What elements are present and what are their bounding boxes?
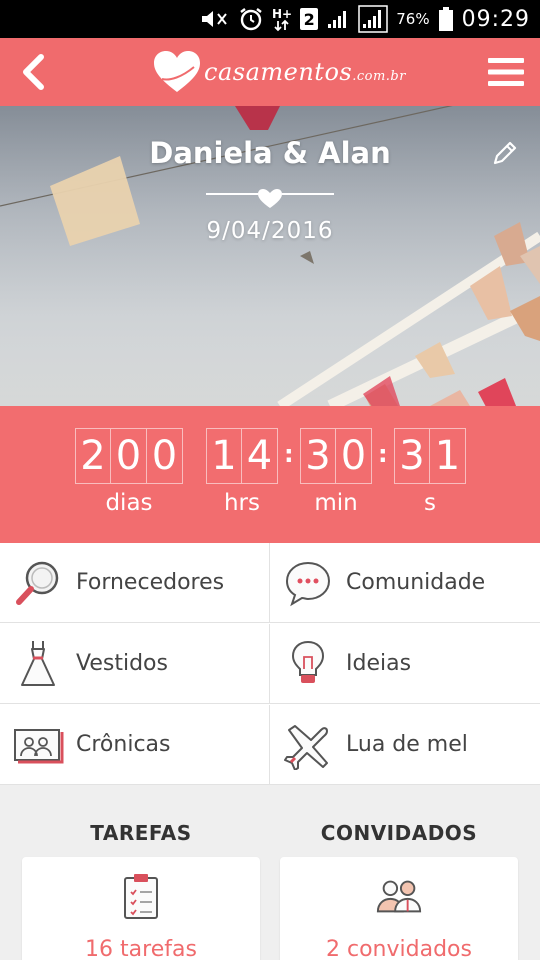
airplane-icon — [282, 719, 334, 771]
status-icons: H+ 2 76% 09:29 — [200, 0, 530, 38]
countdown-digit: 3 — [394, 428, 430, 484]
hamburger-menu-icon — [488, 58, 524, 86]
mute-icon — [200, 8, 230, 30]
couple-names: Daniela & Alan — [149, 136, 391, 170]
tasks-title: TAREFAS — [90, 821, 192, 845]
clipboard-icon — [117, 871, 165, 921]
status-bar: H+ 2 76% 09:29 — [0, 0, 540, 38]
countdown-separator: : — [378, 440, 388, 468]
guests-title: CONVIDADOS — [320, 821, 478, 845]
menu-item-lua-de-mel[interactable]: Lua de mel — [270, 705, 540, 785]
speech-bubble-icon — [282, 557, 334, 609]
countdown-digit: 0 — [111, 428, 147, 484]
magnifier-icon — [12, 557, 64, 609]
menu-item-cronicas[interactable]: Crônicas — [0, 705, 270, 785]
guests-icon — [375, 871, 423, 921]
countdown-digit: 0 — [147, 428, 183, 484]
countdown-digit: 3 — [300, 428, 336, 484]
menu-item-vestidos[interactable]: Vestidos — [0, 624, 270, 704]
menu-item-comunidade[interactable]: Comunidade — [270, 543, 540, 623]
back-button[interactable] — [10, 48, 58, 96]
countdown-digit: 0 — [336, 428, 372, 484]
dress-icon — [12, 638, 64, 690]
sim-slot-badge: 2 — [300, 8, 319, 30]
chevron-left-icon — [23, 54, 44, 90]
tasks-count: 16 tarefas — [85, 937, 197, 960]
summary-section: TAREFAS CONVIDADOS 16 tarefas 2 convidad… — [0, 785, 540, 960]
menu-item-label: Comunidade — [346, 570, 486, 595]
tasks-card[interactable]: 16 tarefas — [22, 857, 260, 960]
countdown-digit: 2 — [75, 428, 111, 484]
clock: 09:29 — [461, 6, 530, 32]
guests-count: 2 convidados — [326, 937, 472, 960]
signal-icon — [326, 8, 350, 30]
menu-item-fornecedores[interactable]: Fornecedores — [0, 543, 270, 623]
signal-icon-2 — [358, 5, 388, 33]
logo-text: casamentos.com.br — [204, 58, 406, 86]
countdown-digit: 1 — [430, 428, 466, 484]
countdown: 200 14 : 30 : 31 dias hrs min s — [0, 406, 540, 543]
countdown-separator: : — [284, 440, 294, 468]
svg-text:H+: H+ — [272, 7, 292, 21]
menu-item-label: Vestidos — [76, 651, 168, 676]
edit-button[interactable] — [488, 136, 522, 170]
heart-logo-icon — [154, 51, 200, 92]
countdown-minutes: 30 — [300, 428, 372, 484]
pencil-icon — [493, 141, 517, 165]
countdown-days: 200 — [75, 428, 183, 484]
countdown-days-label: dias — [105, 490, 153, 516]
app-bar: casamentos.com.br — [0, 38, 540, 106]
menu-item-label: Ideias — [346, 651, 412, 676]
logo: casamentos.com.br — [152, 46, 406, 98]
countdown-hours-label: hrs — [223, 490, 261, 516]
alarm-icon — [238, 6, 264, 32]
photo-album-icon — [12, 719, 64, 771]
countdown-minutes-label: min — [314, 490, 358, 516]
countdown-seconds-label: s — [424, 490, 436, 516]
menu-button[interactable] — [482, 48, 530, 96]
lightbulb-icon — [282, 638, 334, 690]
menu-item-label: Lua de mel — [346, 732, 468, 757]
guests-card[interactable]: 2 convidados — [280, 857, 518, 960]
menu-item-label: Fornecedores — [76, 570, 225, 595]
battery-icon — [438, 6, 454, 32]
menu-item-label: Crônicas — [76, 732, 171, 757]
wedding-date: 9/04/2016 — [206, 218, 334, 244]
countdown-digit: 4 — [242, 428, 278, 484]
data-hplus-icon: H+ — [272, 6, 292, 32]
logo-wordmark: casamentos — [204, 58, 353, 86]
feature-menu: Fornecedores Comunidade Vestidos Ideias … — [0, 543, 540, 785]
countdown-digit: 1 — [206, 428, 242, 484]
countdown-hours: 14 — [206, 428, 278, 484]
countdown-seconds: 31 — [394, 428, 466, 484]
heart-divider-icon — [206, 189, 334, 208]
battery-percent: 76% — [396, 10, 430, 28]
hero-banner: Daniela & Alan 9/04/2016 — [0, 106, 540, 406]
menu-item-ideias[interactable]: Ideias — [270, 624, 540, 704]
logo-domain: .com.br — [352, 69, 406, 84]
